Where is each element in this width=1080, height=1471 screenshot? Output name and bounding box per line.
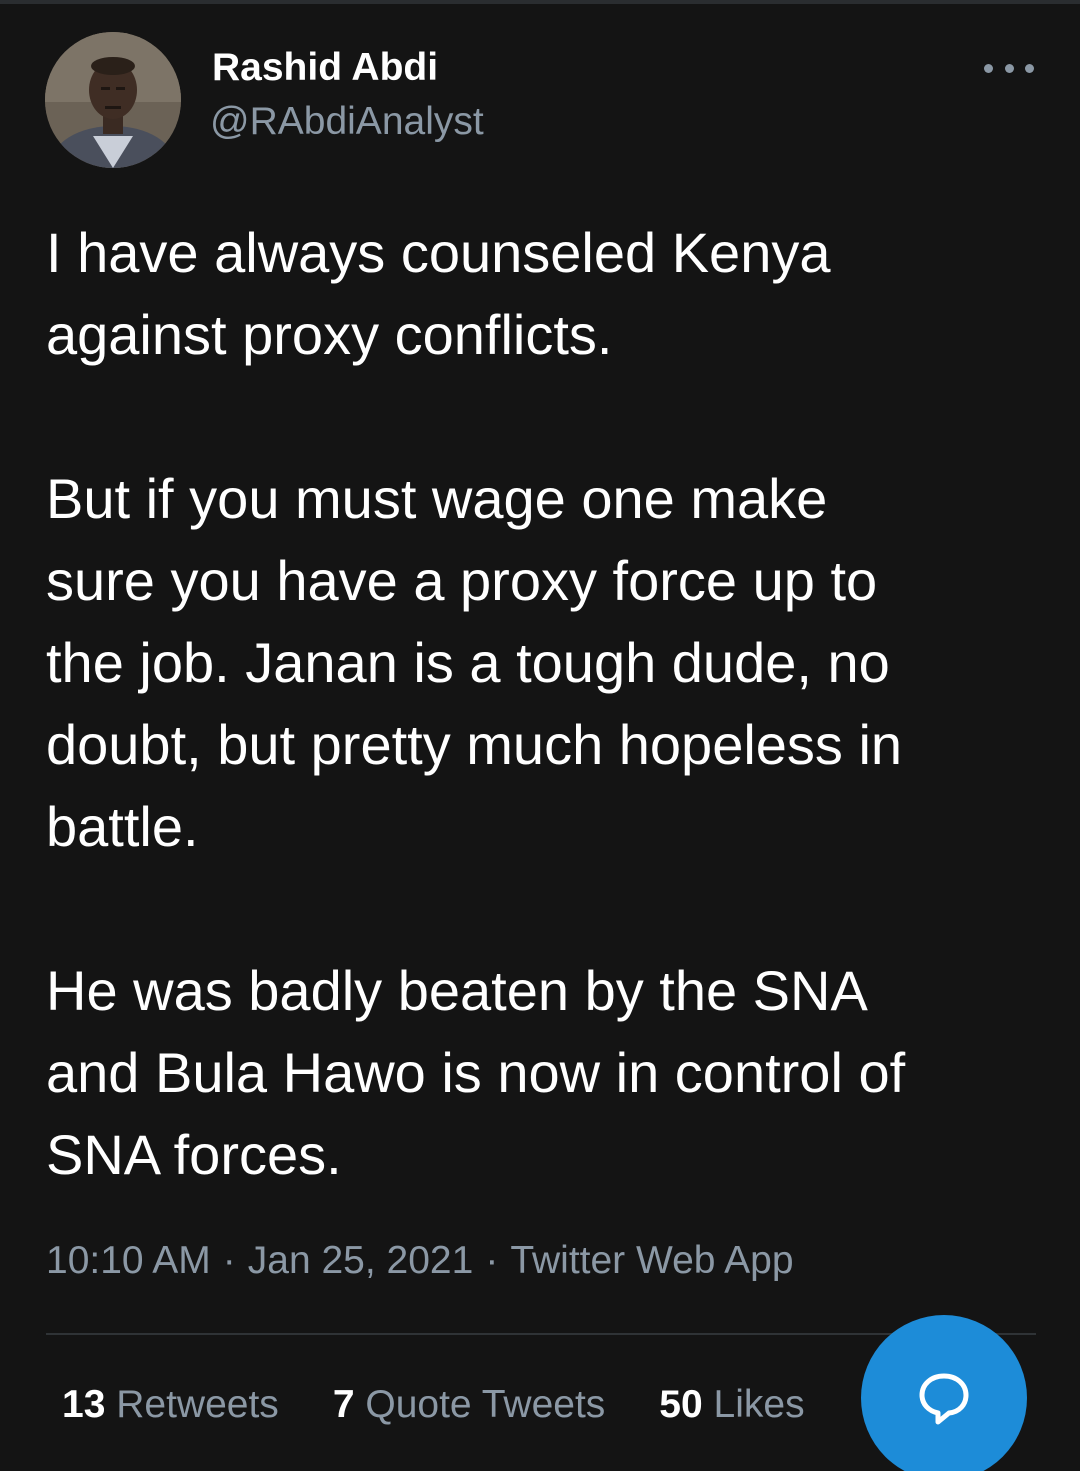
likes-stat[interactable]: 50 Likes — [659, 1380, 804, 1430]
meta-separator: · — [485, 1239, 499, 1282]
more-horizontal-icon[interactable] — [984, 56, 1034, 80]
quote-tweets-stat[interactable]: 7 Quote Tweets — [333, 1380, 605, 1430]
author-handle[interactable]: @RAbdiAnalyst — [210, 98, 484, 146]
quotes-label: Quote Tweets — [365, 1383, 606, 1426]
retweets-stat[interactable]: 13 Retweets — [62, 1380, 279, 1430]
reply-fab-button[interactable] — [861, 1315, 1027, 1471]
tweet-paragraph: He was badly beaten by the SNA and Bula … — [46, 959, 906, 1186]
author-name[interactable]: Rashid Abdi — [212, 44, 438, 92]
tweet-detail-page: Rashid Abdi @RAbdiAnalyst I have always … — [0, 0, 1080, 1471]
tweet-stats: 13 Retweets 7 Quote Tweets 50 Likes — [62, 1380, 859, 1430]
quotes-count: 7 — [332, 1383, 355, 1426]
tweet-source[interactable]: Twitter Web App — [510, 1239, 793, 1282]
likes-label: Likes — [713, 1383, 805, 1426]
avatar-image — [45, 32, 181, 168]
retweets-count: 13 — [62, 1383, 106, 1426]
more-dot — [984, 63, 993, 73]
likes-count: 50 — [659, 1383, 703, 1426]
stats-divider — [46, 1333, 1036, 1335]
tweet-text: I have always counseled Kenya against pr… — [46, 212, 1036, 1196]
avatar[interactable] — [45, 32, 181, 168]
tweet-time[interactable]: 10:10 AM — [46, 1239, 211, 1282]
tweet-metadata: 10:10 AM · Jan 25, 2021 · Twitter Web App — [46, 1236, 794, 1286]
more-dot — [1004, 63, 1014, 73]
tweet-paragraph: I have always counseled Kenya against pr… — [46, 221, 831, 366]
tweet-date[interactable]: Jan 25, 2021 — [248, 1239, 474, 1282]
reply-bubble-icon — [919, 1373, 969, 1425]
tweet-paragraph: But if you must wage one make sure you h… — [46, 467, 903, 858]
more-dot — [1025, 63, 1034, 73]
meta-separator: · — [222, 1239, 236, 1282]
retweets-label: Retweets — [116, 1383, 279, 1426]
top-divider — [0, 0, 1080, 4]
